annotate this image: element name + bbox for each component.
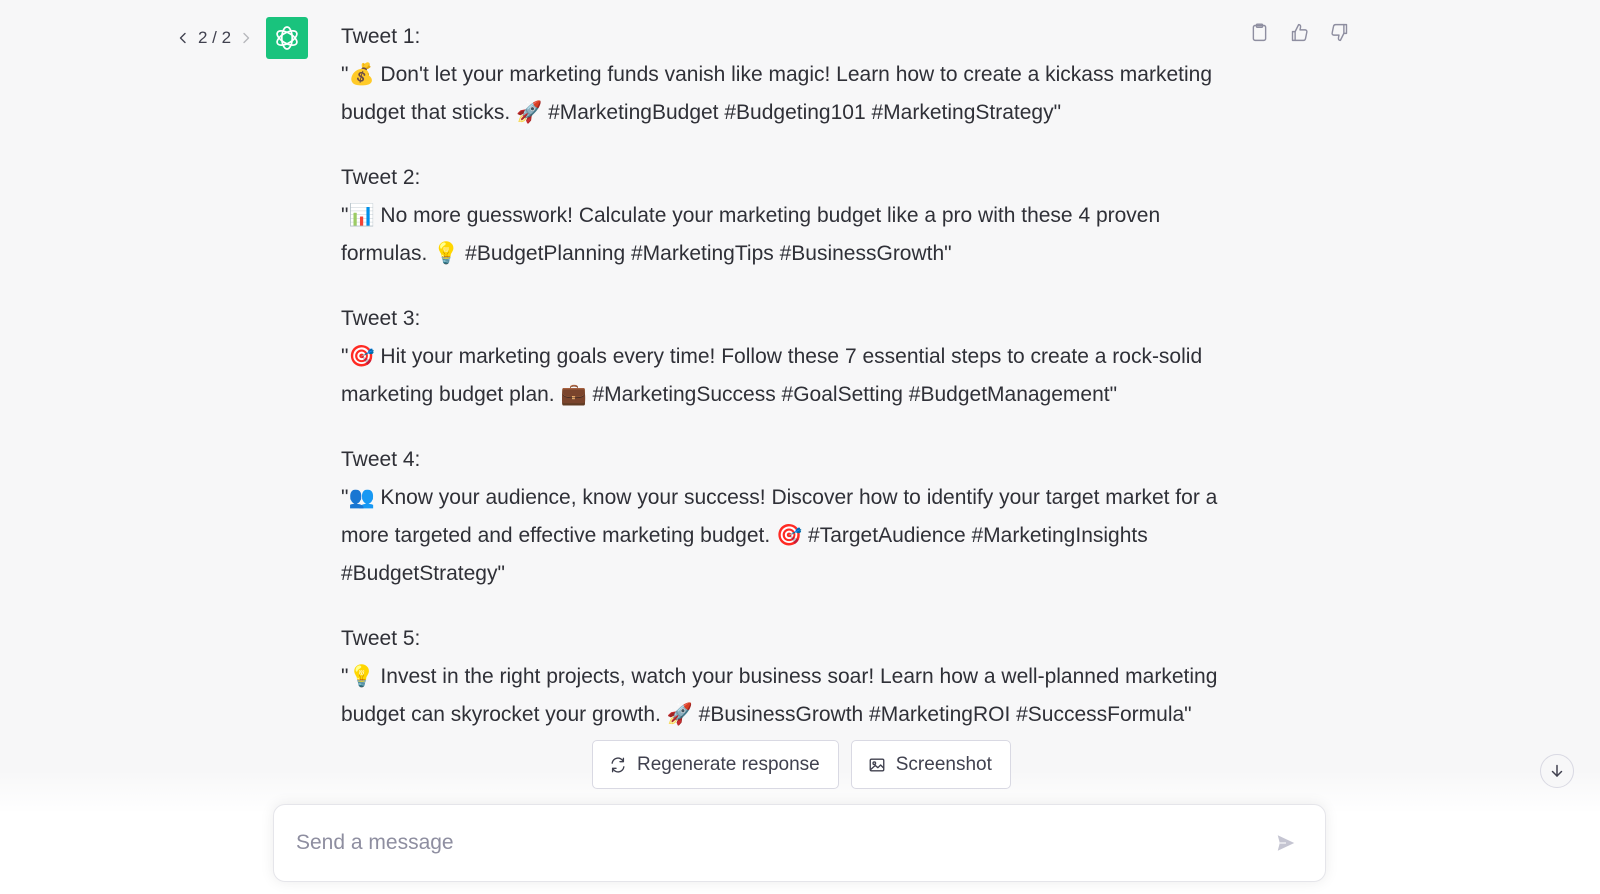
send-button[interactable] (1269, 826, 1303, 860)
tweet-block: Tweet 5: "💡 Invest in the right projects… (341, 620, 1231, 734)
response-actions: Regenerate response Screenshot (592, 740, 1011, 789)
tweet-text: "💡 Invest in the right projects, watch y… (341, 665, 1218, 726)
thumbs-down-icon (1330, 23, 1347, 41)
openai-logo-icon (276, 26, 298, 50)
tweet-heading: Tweet 2: (341, 166, 421, 189)
screenshot-label: Screenshot (895, 753, 992, 775)
thumbs-down-button[interactable] (1328, 20, 1350, 44)
chat-page: 2 / 2 Tweet 1: "💰 Don't let your marketi… (0, 0, 1600, 894)
previous-response-button[interactable] (176, 31, 190, 45)
chevron-left-icon (179, 32, 186, 44)
clipboard-icon (1252, 22, 1266, 41)
tweet-heading: Tweet 1: (341, 25, 421, 48)
regenerate-response-label: Regenerate response (637, 753, 820, 775)
tweet-block: Tweet 3: "🎯 Hit your marketing goals eve… (341, 300, 1231, 414)
tweet-block: Tweet 4: "👥 Know your audience, know you… (341, 441, 1231, 593)
tweet-heading: Tweet 4: (341, 448, 421, 471)
regenerate-response-button[interactable]: Regenerate response (592, 740, 839, 789)
tweet-text: "🎯 Hit your marketing goals every time! … (341, 345, 1203, 406)
response-pager: 2 / 2 (176, 26, 253, 50)
image-icon (869, 757, 885, 772)
screenshot-button[interactable]: Screenshot (850, 740, 1011, 789)
chevron-right-icon (243, 32, 250, 44)
send-icon (1277, 835, 1295, 851)
pager-label: 2 / 2 (198, 28, 232, 47)
message-composer (273, 804, 1326, 882)
arrow-down-icon (1551, 764, 1563, 777)
scroll-to-bottom-button[interactable] (1540, 754, 1574, 788)
tweet-text: "👥 Know your audience, know your success… (341, 486, 1218, 585)
thumbs-up-icon (1291, 23, 1308, 41)
message-feedback-toolbar (1248, 20, 1350, 44)
next-response-button[interactable] (239, 31, 253, 45)
tweet-heading: Tweet 3: (341, 307, 421, 330)
tweet-block: Tweet 1: "💰 Don't let your marketing fun… (341, 18, 1231, 132)
assistant-message: Tweet 1: "💰 Don't let your marketing fun… (341, 18, 1231, 761)
tweet-heading: Tweet 5: (341, 627, 421, 650)
tweet-block: Tweet 2: "📊 No more guesswork! Calculate… (341, 159, 1231, 273)
message-input[interactable] (274, 831, 1269, 855)
thumbs-up-button[interactable] (1288, 20, 1310, 44)
tweet-text: "💰 Don't let your marketing funds vanish… (341, 63, 1212, 124)
tweet-text: "📊 No more guesswork! Calculate your mar… (341, 204, 1161, 265)
copy-button[interactable] (1248, 20, 1270, 44)
refresh-icon (611, 756, 625, 773)
assistant-avatar (266, 17, 308, 59)
